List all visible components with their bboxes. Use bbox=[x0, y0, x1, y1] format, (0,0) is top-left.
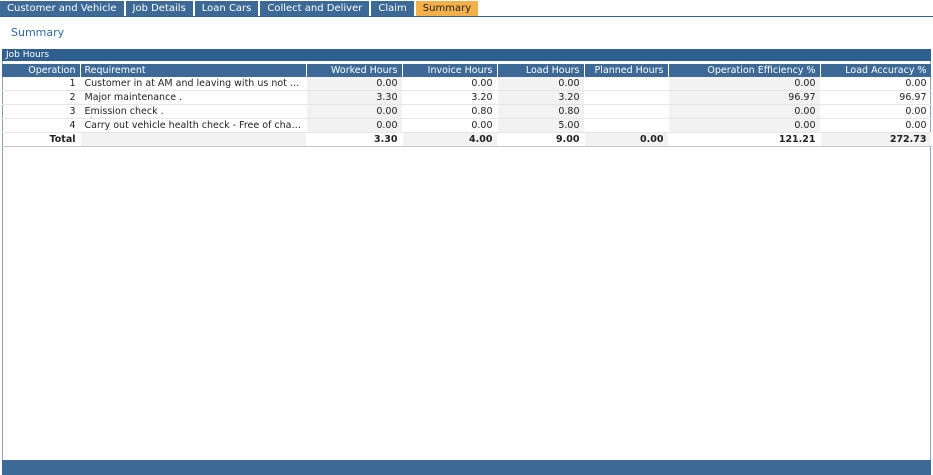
total-invoice-hours: 4.00 bbox=[402, 132, 498, 147]
tab-job-details[interactable]: Job Details bbox=[125, 1, 193, 16]
cell-worked-hours: 0.00 bbox=[306, 77, 403, 91]
cell-worked-hours: 0.00 bbox=[306, 118, 403, 133]
cell-worked-hours: 0.00 bbox=[306, 104, 403, 119]
cell-planned-hours bbox=[584, 90, 669, 105]
total-requirement bbox=[80, 132, 307, 147]
total-operation-efficiency: 121.21 bbox=[668, 132, 821, 147]
cell-worked-hours: 3.30 bbox=[306, 90, 403, 105]
cell-load-accuracy: 0.00 bbox=[820, 118, 932, 133]
cell-load-hours: 3.20 bbox=[497, 90, 585, 105]
total-load-hours: 9.00 bbox=[497, 132, 585, 147]
cell-load-accuracy: 96.97 bbox=[820, 90, 932, 105]
total-row: Total 3.30 4.00 9.00 0.00 121.21 272.73 bbox=[2, 132, 932, 147]
column-header-requirement[interactable]: Requirement bbox=[80, 64, 307, 77]
cell-requirement: Emission check . bbox=[80, 104, 307, 119]
column-header-load-accuracy[interactable]: Load Accuracy % bbox=[820, 64, 932, 77]
column-header-invoice-hours[interactable]: Invoice Hours bbox=[402, 64, 498, 77]
cell-operation-efficiency: 0.00 bbox=[668, 77, 821, 91]
cell-invoice-hours: 0.00 bbox=[402, 77, 498, 91]
job-hours-panel-header: Job Hours bbox=[2, 49, 931, 61]
tab-customer-and-vehicle[interactable]: Customer and Vehicle bbox=[0, 1, 124, 16]
cell-invoice-hours: 3.20 bbox=[402, 90, 498, 105]
cell-operation: 1 bbox=[2, 77, 81, 91]
cell-requirement: Customer in at AM and leaving with us no… bbox=[80, 77, 307, 91]
table-row[interactable]: 2 Major maintenance . 3.30 3.20 3.20 96.… bbox=[2, 90, 932, 105]
column-header-operation[interactable]: Operation bbox=[2, 64, 81, 77]
cell-planned-hours bbox=[584, 104, 669, 119]
table-row[interactable]: 3 Emission check . 0.00 0.80 0.80 0.00 0… bbox=[2, 104, 932, 119]
cell-operation-efficiency: 96.97 bbox=[668, 90, 821, 105]
table-header-row: Operation Requirement Worked Hours Invoi… bbox=[2, 64, 932, 77]
column-header-planned-hours[interactable]: Planned Hours bbox=[584, 64, 669, 77]
cell-operation-efficiency: 0.00 bbox=[668, 118, 821, 133]
cell-load-hours: 0.80 bbox=[497, 104, 585, 119]
cell-planned-hours bbox=[584, 77, 669, 91]
total-load-accuracy: 272.73 bbox=[820, 132, 932, 147]
table-row[interactable]: 4 Carry out vehicle health check - Free … bbox=[2, 118, 932, 133]
job-hours-table: Operation Requirement Worked Hours Invoi… bbox=[2, 64, 932, 147]
cell-operation-efficiency: 0.00 bbox=[668, 104, 821, 119]
table-row[interactable]: 1 Customer in at AM and leaving with us … bbox=[2, 77, 932, 91]
column-header-load-hours[interactable]: Load Hours bbox=[497, 64, 585, 77]
cell-load-hours: 0.00 bbox=[497, 77, 585, 91]
cell-operation: 3 bbox=[2, 104, 81, 119]
footer-bar bbox=[2, 460, 931, 475]
total-planned-hours: 0.00 bbox=[584, 132, 669, 147]
tab-summary[interactable]: Summary bbox=[415, 1, 479, 16]
cell-planned-hours bbox=[584, 118, 669, 133]
tab-claim[interactable]: Claim bbox=[371, 1, 414, 16]
cell-requirement: Carry out vehicle health check - Free of… bbox=[80, 118, 307, 133]
cell-load-accuracy: 0.00 bbox=[820, 77, 932, 91]
tab-collect-and-deliver[interactable]: Collect and Deliver bbox=[260, 1, 370, 16]
cell-operation: 2 bbox=[2, 90, 81, 105]
column-header-worked-hours[interactable]: Worked Hours bbox=[306, 64, 403, 77]
cell-invoice-hours: 0.00 bbox=[402, 118, 498, 133]
page-title: Summary bbox=[11, 26, 65, 39]
cell-load-accuracy: 0.00 bbox=[820, 104, 932, 119]
column-header-operation-efficiency[interactable]: Operation Efficiency % bbox=[668, 64, 821, 77]
tab-bar: Customer and Vehicle Job Details Loan Ca… bbox=[0, 0, 933, 17]
cell-operation: 4 bbox=[2, 118, 81, 133]
cell-requirement: Major maintenance . bbox=[80, 90, 307, 105]
total-label: Total bbox=[2, 132, 81, 147]
cell-invoice-hours: 0.80 bbox=[402, 104, 498, 119]
tab-loan-cars[interactable]: Loan Cars bbox=[194, 1, 259, 16]
cell-load-hours: 5.00 bbox=[497, 118, 585, 133]
total-worked-hours: 3.30 bbox=[306, 132, 403, 147]
